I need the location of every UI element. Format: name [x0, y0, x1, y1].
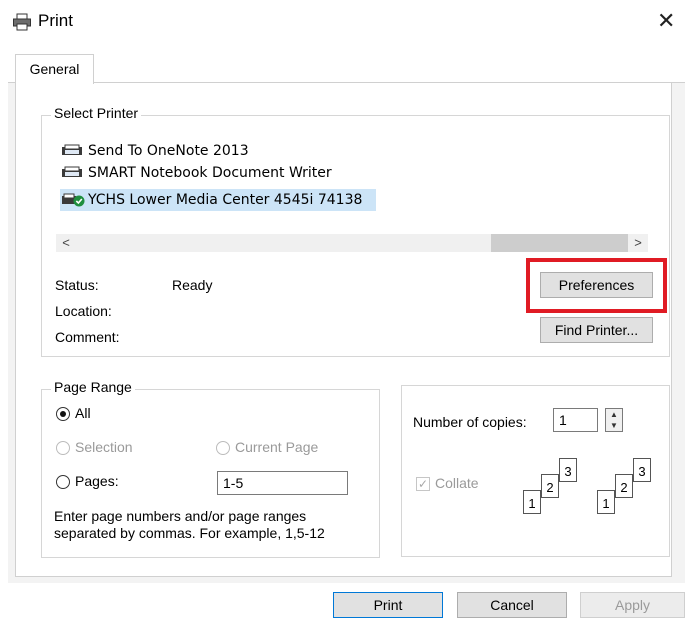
all-pages-radio[interactable]: [56, 407, 70, 421]
title-bar: Print ✕: [0, 0, 685, 44]
print-button[interactable]: Print: [333, 592, 443, 618]
current-page-radio[interactable]: [216, 441, 230, 455]
page-2-icon: 2: [615, 474, 633, 498]
selection-radio[interactable]: [56, 441, 70, 455]
current-page-label: Current Page: [235, 439, 319, 455]
scroll-right-arrow[interactable]: >: [628, 234, 648, 252]
pages-radio[interactable]: [56, 475, 70, 489]
default-printer-icon: [62, 193, 85, 207]
printer-list-scrollbar[interactable]: < >: [56, 234, 648, 252]
printer-icon: [62, 144, 82, 155]
scroll-left-arrow[interactable]: <: [56, 234, 76, 252]
all-pages-label: All: [75, 405, 91, 421]
find-printer-button[interactable]: Find Printer...: [540, 317, 653, 343]
copies-input[interactable]: 1: [553, 408, 598, 432]
page-range-hint: Enter page numbers and/or page ranges se…: [54, 508, 325, 541]
collate-label: Collate: [435, 475, 479, 491]
select-printer-legend: Select Printer: [51, 105, 142, 121]
scrollbar-thumb[interactable]: [491, 234, 628, 252]
spin-up-icon[interactable]: ▲: [606, 409, 622, 420]
printer-icon: [13, 13, 31, 31]
page-1-icon: 1: [597, 490, 615, 514]
pages-input[interactable]: 1-5: [217, 471, 348, 495]
status-label: Status:: [55, 277, 99, 293]
pages-label: Pages:: [75, 473, 119, 489]
spin-down-icon[interactable]: ▼: [606, 420, 622, 431]
page-3-icon: 3: [559, 458, 577, 482]
collate-checkbox[interactable]: ✓: [416, 477, 430, 491]
printer-icon: [62, 166, 82, 177]
printer-item-smart[interactable]: SMART Notebook Document Writer: [60, 162, 346, 184]
location-label: Location:: [55, 303, 112, 319]
copies-spinner[interactable]: ▲ ▼: [605, 408, 623, 432]
printer-item-ychs-selected[interactable]: YCHS Lower Media Center 4545i 74138: [60, 189, 377, 211]
printer-name: YCHS Lower Media Center 4545i 74138: [88, 192, 363, 208]
printer-name: Send To OneNote 2013: [88, 143, 249, 159]
selection-label: Selection: [75, 439, 133, 455]
printer-item-onenote[interactable]: Send To OneNote 2013: [60, 140, 263, 162]
comment-label: Comment:: [55, 329, 120, 345]
copies-group: [401, 385, 670, 557]
tab-general[interactable]: General: [15, 54, 94, 84]
status-value: Ready: [172, 277, 213, 293]
page-3-icon: 3: [633, 458, 651, 482]
page-1-icon: 1: [523, 490, 541, 514]
close-button[interactable]: ✕: [657, 8, 675, 34]
cancel-button[interactable]: Cancel: [457, 592, 567, 618]
printer-name: SMART Notebook Document Writer: [88, 165, 332, 181]
window-title: Print: [38, 11, 73, 30]
apply-button[interactable]: Apply: [580, 592, 685, 618]
page-2-icon: 2: [541, 474, 559, 498]
preferences-button[interactable]: Preferences: [540, 272, 653, 298]
page-range-legend: Page Range: [51, 379, 135, 395]
number-of-copies-label: Number of copies:: [413, 414, 527, 430]
